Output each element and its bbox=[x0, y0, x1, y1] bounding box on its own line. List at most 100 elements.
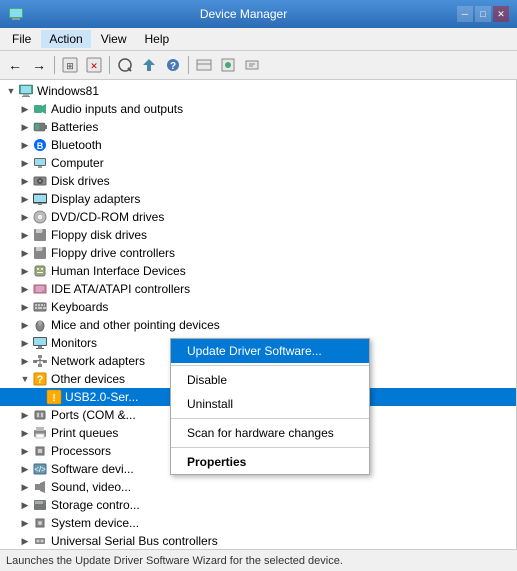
expand-computer[interactable] bbox=[18, 156, 32, 170]
expand-batteries[interactable] bbox=[18, 120, 32, 134]
ctx-scan-hardware[interactable]: Scan for hardware changes bbox=[171, 421, 369, 445]
ctx-update-driver[interactable]: Update Driver Software... bbox=[171, 339, 369, 363]
floppy-label: Floppy disk drives bbox=[51, 228, 147, 242]
expand-usb[interactable] bbox=[18, 534, 32, 548]
expand-ports[interactable] bbox=[18, 408, 32, 422]
tree-item-storage[interactable]: Storage contro... bbox=[0, 496, 516, 514]
toolbar-properties[interactable]: ⊞ bbox=[59, 54, 81, 76]
tree-item-sound[interactable]: Sound, video... bbox=[0, 478, 516, 496]
expand-softdev[interactable] bbox=[18, 462, 32, 476]
expand-mice[interactable] bbox=[18, 318, 32, 332]
expand-network[interactable] bbox=[18, 354, 32, 368]
ide-label: IDE ATA/ATAPI controllers bbox=[51, 282, 190, 296]
disk-icon bbox=[32, 173, 48, 189]
tree-item-dvd[interactable]: DVD/CD-ROM drives bbox=[0, 208, 516, 226]
menu-bar: File Action View Help bbox=[0, 28, 517, 51]
toolbar-more3[interactable] bbox=[241, 54, 263, 76]
expand-monitors[interactable] bbox=[18, 336, 32, 350]
display-label: Display adapters bbox=[51, 192, 140, 206]
expand-root[interactable] bbox=[4, 84, 18, 98]
expand-proc[interactable] bbox=[18, 444, 32, 458]
tree-item-ide[interactable]: IDE ATA/ATAPI controllers bbox=[0, 280, 516, 298]
menu-file[interactable]: File bbox=[4, 30, 39, 48]
toolbar-back[interactable]: ← bbox=[4, 54, 26, 76]
menu-action[interactable]: Action bbox=[41, 30, 90, 48]
storage-icon bbox=[32, 497, 48, 513]
ctx-sep2 bbox=[171, 418, 369, 419]
monitor-icon bbox=[32, 335, 48, 351]
toolbar-more1[interactable] bbox=[193, 54, 215, 76]
expand-system[interactable] bbox=[18, 516, 32, 530]
svg-text:?: ? bbox=[170, 61, 176, 72]
tree-item-root[interactable]: Windows81 bbox=[0, 82, 516, 100]
keyboard-icon bbox=[32, 299, 48, 315]
menu-help[interactable]: Help bbox=[137, 30, 178, 48]
expand-printq[interactable] bbox=[18, 426, 32, 440]
tree-item-computer[interactable]: Computer bbox=[0, 154, 516, 172]
tree-item-mice[interactable]: Mice and other pointing devices bbox=[0, 316, 516, 334]
expand-dvd[interactable] bbox=[18, 210, 32, 224]
expand-bluetooth[interactable] bbox=[18, 138, 32, 152]
expand-floppy[interactable] bbox=[18, 228, 32, 242]
ctx-properties[interactable]: Properties bbox=[171, 450, 369, 474]
minimize-button[interactable]: ─ bbox=[457, 6, 473, 22]
tree-item-keyboards[interactable]: Keyboards bbox=[0, 298, 516, 316]
tree-item-bluetooth[interactable]: B Bluetooth bbox=[0, 136, 516, 154]
expand-ide[interactable] bbox=[18, 282, 32, 296]
expand-floppyctrl[interactable] bbox=[18, 246, 32, 260]
tree-item-audio[interactable]: Audio inputs and outputs bbox=[0, 100, 516, 118]
expand-hid[interactable] bbox=[18, 264, 32, 278]
toolbar-update[interactable] bbox=[138, 54, 160, 76]
computer-icon bbox=[18, 83, 34, 99]
keyboards-label: Keyboards bbox=[51, 300, 108, 314]
app-icon bbox=[8, 6, 24, 22]
usb-icon bbox=[32, 533, 48, 549]
dvd-label: DVD/CD-ROM drives bbox=[51, 210, 164, 224]
expand-audio[interactable] bbox=[18, 102, 32, 116]
ctx-uninstall[interactable]: Uninstall bbox=[171, 392, 369, 416]
expand-storage[interactable] bbox=[18, 498, 32, 512]
tree-item-display[interactable]: Display adapters bbox=[0, 190, 516, 208]
window-title: Device Manager bbox=[30, 7, 457, 21]
tree-panel: Windows81 Audio inputs and outputs Batte… bbox=[0, 80, 517, 549]
ctx-disable[interactable]: Disable bbox=[171, 368, 369, 392]
maximize-button[interactable]: □ bbox=[475, 6, 491, 22]
network-label: Network adapters bbox=[51, 354, 145, 368]
toolbar-more2[interactable] bbox=[217, 54, 239, 76]
expand-keyboards[interactable] bbox=[18, 300, 32, 314]
tree-item-batteries[interactable]: Batteries bbox=[0, 118, 516, 136]
toolbar-help[interactable]: ? bbox=[162, 54, 184, 76]
tree-item-floppy[interactable]: Floppy disk drives bbox=[0, 226, 516, 244]
toolbar-scan[interactable] bbox=[114, 54, 136, 76]
audio-icon bbox=[32, 101, 48, 117]
printq-label: Print queues bbox=[51, 426, 118, 440]
expand-diskdrives[interactable] bbox=[18, 174, 32, 188]
usb2-label: USB2.0-Ser... bbox=[65, 390, 138, 404]
svg-text:</>: </> bbox=[34, 465, 46, 474]
expand-other[interactable] bbox=[18, 372, 32, 386]
ports-label: Ports (COM &... bbox=[51, 408, 136, 422]
computer-label: Computer bbox=[51, 156, 104, 170]
toolbar-forward[interactable]: → bbox=[28, 54, 50, 76]
usb-label: Universal Serial Bus controllers bbox=[51, 534, 218, 548]
tree-item-usb[interactable]: Universal Serial Bus controllers bbox=[0, 532, 516, 549]
monitors-label: Monitors bbox=[51, 336, 97, 350]
close-button[interactable]: ✕ bbox=[493, 6, 509, 22]
tree-item-floppyctrl[interactable]: Floppy drive controllers bbox=[0, 244, 516, 262]
sound-label: Sound, video... bbox=[51, 480, 131, 494]
tree-item-system[interactable]: System device... bbox=[0, 514, 516, 532]
context-menu: Update Driver Software... Disable Uninst… bbox=[170, 338, 370, 475]
menu-view[interactable]: View bbox=[93, 30, 135, 48]
softdev-label: Software devi... bbox=[51, 462, 134, 476]
tree-item-diskdrives[interactable]: Disk drives bbox=[0, 172, 516, 190]
hid-label: Human Interface Devices bbox=[51, 264, 186, 278]
dvd-icon bbox=[32, 209, 48, 225]
floppyctrl-label: Floppy drive controllers bbox=[51, 246, 175, 260]
toolbar-sep2 bbox=[109, 56, 110, 74]
other-label: Other devices bbox=[51, 372, 125, 386]
toolbar-uninstall[interactable]: ✕ bbox=[83, 54, 105, 76]
tree-item-hid[interactable]: Human Interface Devices bbox=[0, 262, 516, 280]
expand-sound[interactable] bbox=[18, 480, 32, 494]
proc-label: Processors bbox=[51, 444, 111, 458]
expand-display[interactable] bbox=[18, 192, 32, 206]
